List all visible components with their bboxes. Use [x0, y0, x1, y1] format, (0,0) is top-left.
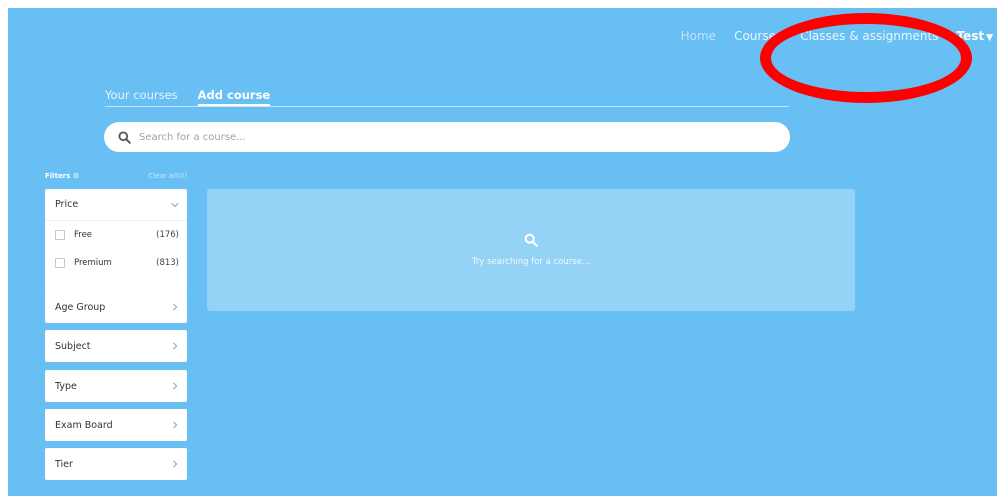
chevron-right-icon — [173, 421, 178, 429]
search-results-panel: Try searching for a course... — [207, 189, 855, 311]
chevron-down-icon — [171, 202, 179, 207]
filter-type-header: Type — [45, 370, 187, 402]
filter-age-group-label: Age Group — [55, 301, 106, 313]
filter-price: Price Free (176) Premium (813) — [45, 189, 187, 293]
tab-your-courses[interactable]: Your courses — [105, 88, 178, 106]
user-name: Test — [956, 29, 985, 43]
filter-exam-board-label: Exam Board — [55, 419, 113, 431]
filter-type-label: Type — [55, 380, 77, 392]
nav-classes-link[interactable]: Classes & assignments — [800, 29, 938, 43]
filter-type[interactable]: Type — [45, 370, 187, 402]
filters-header: Filters ⚙ Clear all(0) — [45, 172, 187, 180]
filter-exam-board-header: Exam Board — [45, 409, 187, 441]
search-input[interactable] — [139, 131, 739, 143]
nav-courses-link[interactable]: Courses — [734, 29, 782, 43]
caret-down-icon: ▼ — [986, 33, 993, 43]
tab-add-course[interactable]: Add course — [197, 88, 271, 106]
chevron-right-icon — [173, 303, 178, 311]
filter-exam-board[interactable]: Exam Board — [45, 409, 187, 441]
filter-tier-label: Tier — [55, 458, 73, 470]
nav-home-link[interactable]: Home — [681, 29, 716, 43]
option-count: (813) — [156, 258, 179, 268]
chevron-right-icon — [173, 460, 178, 468]
filter-option-free[interactable]: Free (176) — [45, 221, 187, 249]
filter-option-premium[interactable]: Premium (813) — [45, 249, 187, 277]
chevron-right-icon — [173, 342, 178, 350]
filter-price-header[interactable]: Price — [45, 189, 187, 221]
app-frame: Home Courses Classes & assignments Test ▼… — [8, 8, 997, 496]
search-icon — [524, 233, 538, 247]
user-menu[interactable]: Test ▼ — [956, 29, 993, 43]
option-label: Premium — [74, 258, 112, 268]
empty-results-hint: Try searching for a course... — [471, 257, 591, 267]
filter-subject[interactable]: Subject — [45, 330, 187, 362]
top-nav: Home Courses Classes & assignments Test ▼ — [663, 26, 997, 46]
filter-subject-label: Subject — [55, 340, 91, 352]
course-tabs: Your courses Add course — [105, 88, 789, 107]
search-bar[interactable] — [104, 122, 790, 152]
filter-age-group-header: Age Group — [45, 291, 187, 323]
filter-tier[interactable]: Tier — [45, 448, 187, 480]
filter-price-label: Price — [55, 199, 79, 210]
filter-sliders-icon: ⚙ — [72, 172, 80, 180]
filter-tier-header: Tier — [45, 448, 187, 480]
search-icon — [118, 130, 131, 144]
option-label: Free — [74, 230, 93, 240]
chevron-right-icon — [173, 382, 178, 390]
free-checkbox[interactable] — [55, 230, 65, 240]
filter-age-group[interactable]: Age Group — [45, 291, 187, 323]
filters-title: Filters ⚙ — [45, 172, 80, 180]
option-count: (176) — [156, 230, 179, 240]
clear-all-filters-link[interactable]: Clear all(0) — [148, 172, 187, 180]
premium-checkbox[interactable] — [55, 258, 65, 268]
filter-subject-header: Subject — [45, 330, 187, 362]
